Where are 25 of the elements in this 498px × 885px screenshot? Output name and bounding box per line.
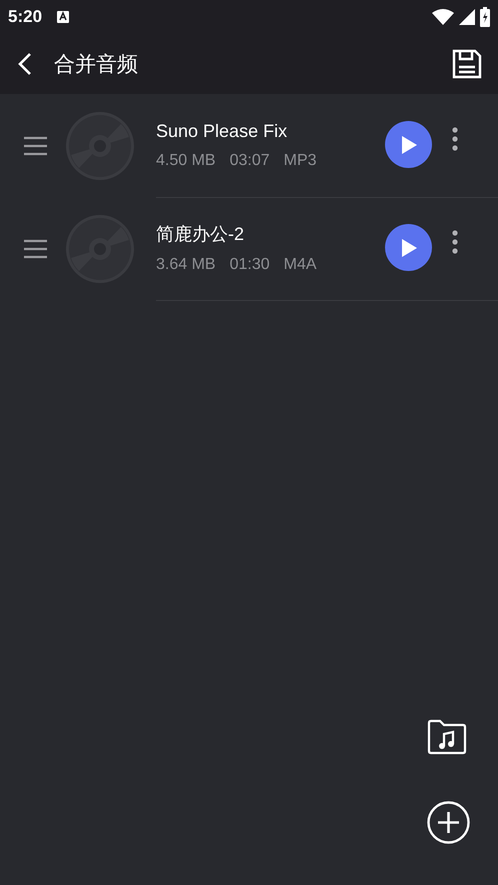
play-button[interactable] [385,121,432,168]
more-button[interactable] [452,230,458,254]
drag-handle-icon[interactable] [24,136,47,156]
drag-handle-icon[interactable] [24,238,47,258]
music-folder-button[interactable] [427,719,467,755]
play-button[interactable] [385,224,432,271]
keyboard-icon [56,10,70,24]
file-format: M4A [284,256,317,274]
status-time: 5:20 [8,7,42,27]
track-duration: 01:30 [230,256,270,274]
screen-title: 合并音频 [54,52,138,78]
file-size: 4.50 MB [156,152,216,170]
signal-icon [459,9,475,25]
more-button[interactable] [452,127,458,151]
track-duration: 03:07 [230,152,270,170]
play-icon [400,136,416,154]
file-format: MP3 [284,152,317,170]
file-size: 3.64 MB [156,256,216,274]
save-button[interactable] [452,49,482,79]
track-title: 简鹿办公-2 [156,223,244,246]
wifi-icon [432,9,454,25]
play-icon [400,238,416,256]
add-button[interactable] [427,801,470,844]
track-title: Suno Please Fix [156,120,288,142]
battery-icon [480,7,490,27]
